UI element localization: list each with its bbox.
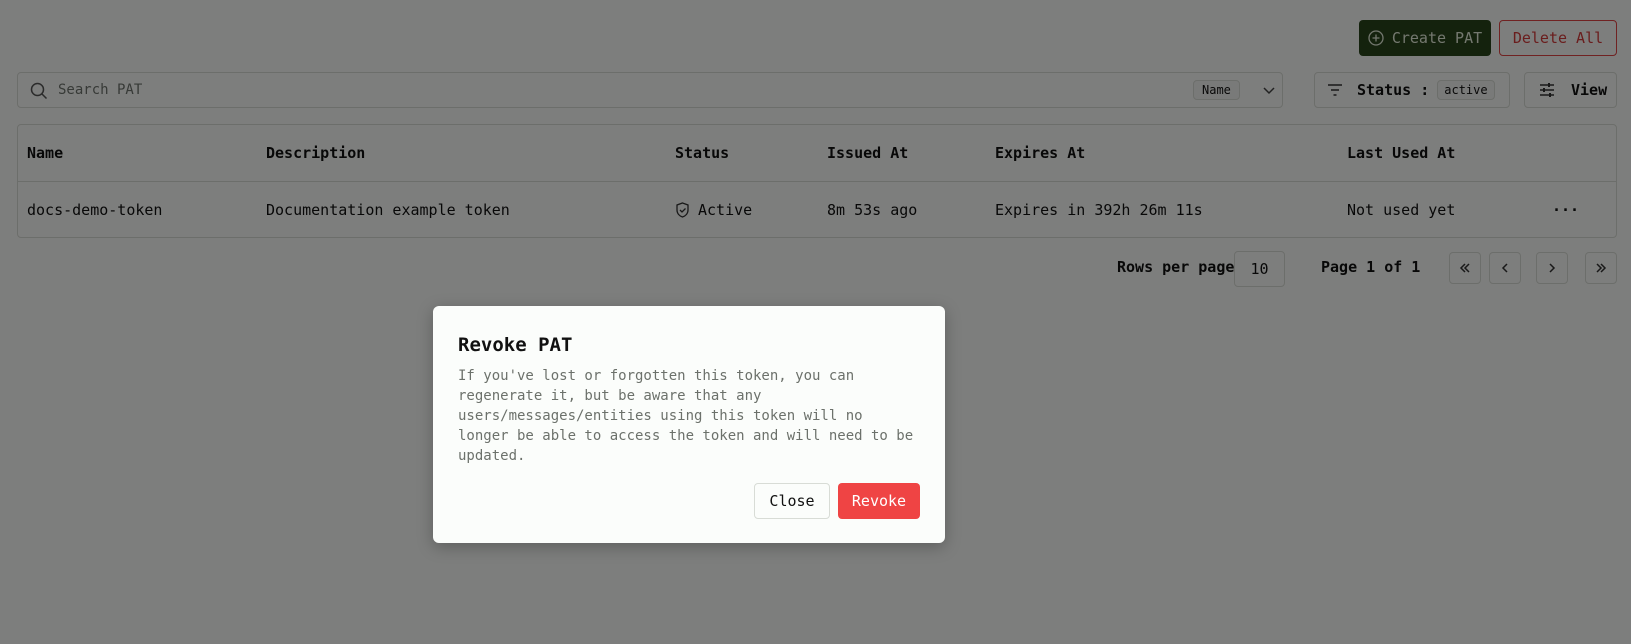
revoke-pat-dialog: Revoke PAT If you've lost or forgotten t…: [433, 306, 945, 543]
dialog-description: If you've lost or forgotten this token, …: [458, 368, 914, 464]
revoke-button[interactable]: Revoke: [838, 483, 920, 519]
dialog-title: Revoke PAT: [458, 334, 573, 356]
close-button[interactable]: Close: [754, 483, 830, 519]
